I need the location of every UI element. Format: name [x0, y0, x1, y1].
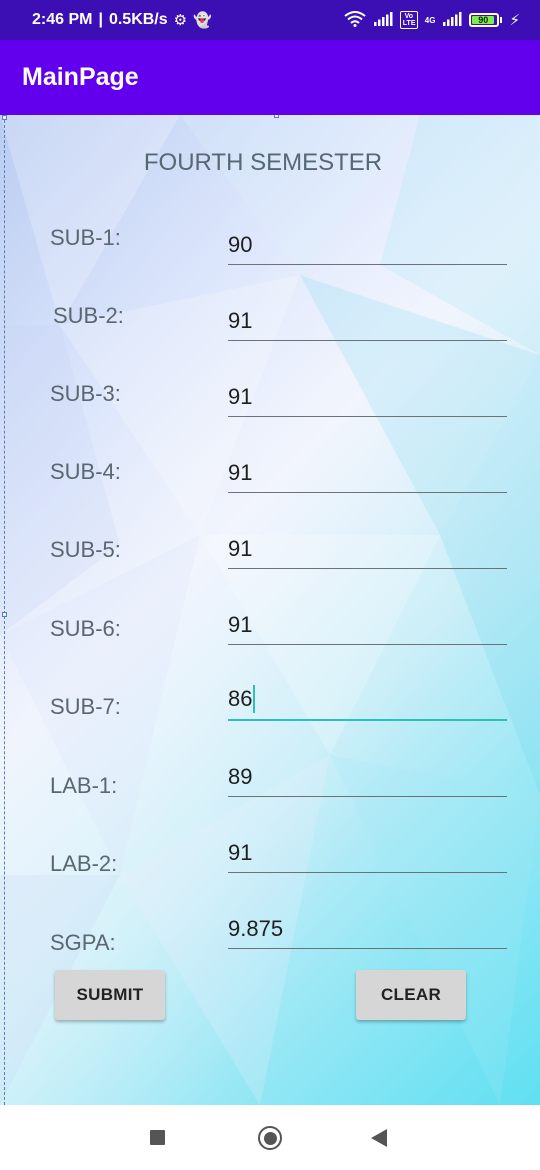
sub-3-input[interactable]: 91 — [228, 379, 507, 417]
app-bar: MainPage — [0, 40, 540, 115]
status-left: 2:46 PM | 0.5KB/s ⚙ 👻 — [32, 11, 212, 29]
sub-2-value: 91 — [228, 308, 253, 333]
label-lab-1: LAB-1: — [50, 773, 118, 798]
lab-1-input[interactable]: 89 — [228, 759, 507, 797]
lab-2-value: 91 — [228, 840, 253, 865]
sub-7-input[interactable]: 86 — [228, 683, 507, 721]
layout-guide-handle — [2, 612, 7, 617]
sub-4-input[interactable]: 91 — [228, 455, 507, 493]
layout-guide-handle — [274, 115, 279, 118]
sub-3-value: 91 — [228, 384, 253, 409]
network-type: 4G — [424, 15, 436, 25]
clear-button[interactable]: CLEAR — [356, 970, 466, 1020]
lab-1-value: 89 — [228, 764, 253, 789]
label-sub-5: SUB-5: — [50, 537, 121, 562]
sub-6-input[interactable]: 91 — [228, 607, 507, 645]
battery-icon: 90 — [469, 13, 503, 27]
back-icon[interactable] — [371, 1129, 387, 1147]
sub-7-value: 86 — [228, 685, 256, 713]
label-sub-2: SUB-2: — [53, 303, 124, 328]
label-sub-6: SUB-6: — [50, 616, 121, 641]
submit-button[interactable]: SUBMIT — [55, 970, 165, 1020]
sub-2-input[interactable]: 91 — [228, 303, 507, 341]
content-area: FOURTH SEMESTER SUB-1: 90 SUB-2: 91 SUB-… — [0, 115, 540, 1105]
sub-1-input[interactable]: 90 — [228, 227, 507, 265]
semester-heading: FOURTH SEMESTER — [143, 149, 383, 176]
wifi-icon — [344, 10, 366, 30]
sub-1-value: 90 — [228, 232, 253, 257]
signal-icon-2 — [442, 11, 462, 29]
label-sgpa: SGPA: — [50, 930, 116, 955]
app-title: MainPage — [22, 63, 139, 91]
status-time: 2:46 PM — [32, 11, 93, 28]
status-speed: 0.5KB/s — [108, 11, 168, 28]
layout-guide-handle — [2, 115, 7, 120]
text-cursor — [253, 685, 256, 713]
sgpa-output[interactable]: 9.875 — [228, 911, 507, 949]
snapchat-icon: 👻 — [193, 11, 212, 29]
recents-icon[interactable] — [150, 1130, 165, 1145]
volte-badge: Vo LTE — [399, 11, 418, 29]
lab-2-input[interactable]: 91 — [228, 835, 507, 873]
label-sub-7: SUB-7: — [50, 694, 121, 719]
label-lab-2: LAB-2: — [50, 851, 118, 876]
status-right: Vo LTE 4G 90 ⚡ — [344, 10, 520, 30]
gear-icon: ⚙ — [173, 11, 188, 29]
status-bar: 2:46 PM | 0.5KB/s ⚙ 👻 Vo LTE 4G 90 ⚡ — [0, 0, 540, 40]
label-sub-1: SUB-1: — [50, 225, 121, 250]
sub-5-value: 91 — [228, 536, 253, 561]
battery-level: 90 — [472, 16, 495, 24]
sub-7-text: 86 — [228, 686, 253, 711]
signal-icon-1 — [373, 11, 393, 29]
system-nav-bar — [0, 1105, 540, 1170]
sub-6-value: 91 — [228, 612, 253, 637]
sgpa-value: 9.875 — [228, 916, 284, 941]
home-icon[interactable] — [258, 1126, 282, 1150]
sub-5-input[interactable]: 91 — [228, 531, 507, 569]
status-separator: | — [98, 11, 103, 28]
sub-4-value: 91 — [228, 460, 253, 485]
layout-guide-line — [4, 115, 5, 1105]
label-sub-3: SUB-3: — [50, 381, 121, 406]
label-sub-4: SUB-4: — [50, 459, 121, 484]
charging-icon: ⚡ — [509, 11, 520, 29]
